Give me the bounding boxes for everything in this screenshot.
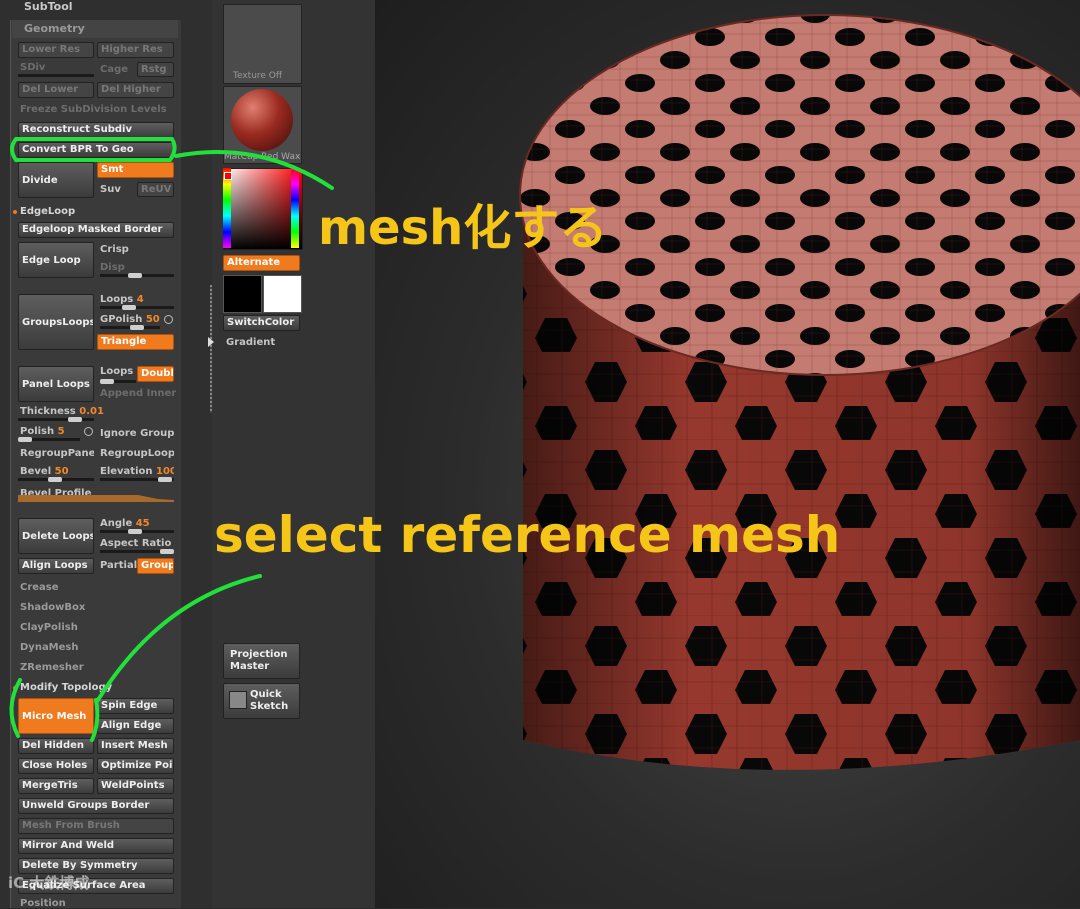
close-holes-button[interactable]: Close Holes — [18, 758, 94, 774]
bevel-slider[interactable] — [18, 477, 94, 482]
thickness-slider[interactable] — [18, 417, 94, 422]
thickness-slider-label: Thickness 0.01 — [20, 406, 104, 417]
geometry-header[interactable]: Geometry — [12, 20, 178, 38]
gpolish-circle-icon[interactable] — [164, 315, 173, 324]
merge-tris-button[interactable]: MergeTris — [18, 778, 94, 794]
groups-loops-button[interactable]: GroupsLoops — [18, 294, 94, 350]
reuv-button[interactable]: ReUV — [137, 182, 174, 197]
unweld-groups-border-button[interactable]: Unweld Groups Border — [18, 798, 174, 814]
mesh-from-brush-button[interactable]: Mesh From Brush — [18, 818, 174, 834]
weld-points-button[interactable]: WeldPoints — [97, 778, 174, 794]
higher-res-button[interactable]: Higher Res — [97, 42, 174, 58]
edgeloop-active-dot — [13, 210, 17, 214]
ignore-groups-toggle[interactable]: Ignore Groups — [100, 428, 174, 439]
aspect-ratio-slider[interactable] — [100, 549, 174, 554]
tool-panel: SubTool Geometry Lower Res Higher Res SD… — [0, 0, 215, 909]
quick-sketch-icon — [229, 691, 247, 709]
hue-strip-right[interactable] — [291, 168, 299, 248]
material-label: MatCap Red Wax — [224, 152, 300, 162]
mesh-ka-annotation: mesh化する — [318, 200, 608, 256]
micro-mesh-button[interactable]: Micro Mesh — [18, 698, 94, 734]
viewport-canvas[interactable] — [375, 0, 1080, 908]
reconstruct-subdiv-button[interactable]: Reconstruct Subdiv — [18, 122, 174, 138]
del-lower-button[interactable]: Del Lower — [18, 82, 94, 98]
collapse-arrow-icon[interactable] — [208, 337, 214, 347]
gpolish-slider[interactable] — [100, 325, 160, 330]
spin-edge-button[interactable]: Spin Edge — [97, 698, 174, 714]
loops-slider[interactable] — [100, 305, 174, 310]
align-loops-button[interactable]: Align Loops — [18, 558, 94, 574]
sdiv-slider[interactable] — [18, 74, 94, 77]
panel-loops-slider[interactable] — [100, 379, 136, 384]
polish-slider-label: Polish 5 — [20, 426, 65, 437]
regroup-loops-toggle[interactable]: RegroupLoops — [100, 448, 174, 459]
crease-section[interactable]: Crease — [20, 582, 59, 593]
regroup-panel-toggle[interactable]: RegroupPanel — [20, 448, 94, 459]
edgeloop-section[interactable]: EdgeLoop — [20, 206, 75, 217]
divide-button[interactable]: Divide — [18, 162, 94, 198]
claypolish-section[interactable]: ClayPolish — [20, 622, 78, 633]
left-shelf: Texture Off MatCap Red Wax Alternate Swi… — [208, 0, 375, 908]
bevel-slider-label: Bevel 50 — [20, 466, 69, 477]
freeze-subdivision-button[interactable]: Freeze SubDivision Levels — [20, 104, 167, 115]
aspect-ratio-label: Aspect Ratio — [100, 538, 172, 549]
color-marker-icon[interactable] — [224, 172, 232, 180]
panel-loops-count-label: Loops — [100, 366, 134, 377]
align-edge-button[interactable]: Align Edge — [97, 718, 174, 734]
triangle-toggle[interactable]: Triangle — [97, 334, 174, 350]
secondary-color-swatch[interactable] — [263, 275, 302, 313]
groups-toggle[interactable]: Groups — [137, 558, 174, 574]
cage-label[interactable]: Cage — [100, 64, 128, 75]
disp-slider[interactable] — [100, 273, 174, 278]
hue-strip[interactable] — [223, 168, 231, 248]
sdiv-label: SDiv — [20, 62, 46, 73]
edgeloop-masked-border-button[interactable]: Edgeloop Masked Border — [18, 222, 174, 238]
polish-circle-icon[interactable] — [84, 427, 93, 436]
double-toggle[interactable]: Double — [137, 366, 174, 382]
del-higher-button[interactable]: Del Higher — [97, 82, 174, 98]
delete-loops-button[interactable]: Delete Loops — [18, 518, 94, 554]
modify-topology-section[interactable]: Modify Topology — [20, 682, 112, 693]
rstg-button[interactable]: Rstg — [137, 62, 174, 77]
partial-toggle[interactable]: Partial — [100, 560, 137, 571]
bevel-profile-curve[interactable] — [18, 490, 174, 502]
elevation-slider[interactable] — [100, 477, 174, 482]
polish-slider[interactable] — [18, 437, 80, 442]
shadowbox-section[interactable]: ShadowBox — [20, 602, 85, 613]
angle-slider-label: Angle 45 — [100, 518, 150, 529]
dynamesh-section[interactable]: DynaMesh — [20, 642, 79, 653]
lower-res-button[interactable]: Lower Res — [18, 42, 94, 58]
convert-bpr-to-geo-button[interactable]: Convert BPR To Geo — [18, 142, 174, 158]
texture-off-label: Texture Off — [233, 71, 283, 81]
switch-color-button[interactable]: SwitchColor — [223, 315, 300, 331]
angle-slider[interactable] — [100, 529, 174, 534]
loops-slider-label: Loops 4 — [100, 294, 144, 305]
disp-label: Disp — [100, 262, 125, 273]
crisp-toggle[interactable]: Crisp — [100, 244, 129, 255]
append-inner-toggle[interactable]: Append Inner — [100, 388, 176, 399]
projection-master-button[interactable]: Projection Master — [223, 643, 300, 679]
position-section[interactable]: Position — [20, 898, 66, 909]
zremesher-section[interactable]: ZRemesher — [20, 662, 84, 673]
elevation-slider-label: Elevation 100 — [100, 466, 174, 477]
perforated-cylinder-mesh — [519, 14, 1080, 770]
optimize-points-button[interactable]: Optimize Points — [97, 758, 174, 774]
edge-loop-button[interactable]: Edge Loop — [18, 242, 94, 278]
select-reference-annotation: select reference mesh — [214, 506, 841, 564]
del-hidden-button[interactable]: Del Hidden — [18, 738, 94, 754]
panel-loops-button[interactable]: Panel Loops — [18, 366, 94, 402]
material-sphere-icon — [231, 89, 293, 151]
modify-topology-active-dot — [13, 686, 17, 690]
watermark: iC 大鉄博成 — [8, 874, 90, 892]
subtool-header[interactable]: SubTool — [24, 0, 73, 13]
insert-mesh-button[interactable]: Insert Mesh — [97, 738, 174, 754]
main-color-swatch[interactable] — [223, 275, 262, 313]
gradient-toggle[interactable]: Gradient — [226, 337, 275, 348]
gpolish-slider-label: GPolish 50 — [100, 314, 160, 325]
suv-toggle[interactable]: Suv — [100, 184, 121, 195]
alternate-button[interactable]: Alternate — [223, 255, 300, 271]
mirror-and-weld-button[interactable]: Mirror And Weld — [18, 838, 174, 854]
smt-toggle[interactable]: Smt — [97, 162, 174, 178]
